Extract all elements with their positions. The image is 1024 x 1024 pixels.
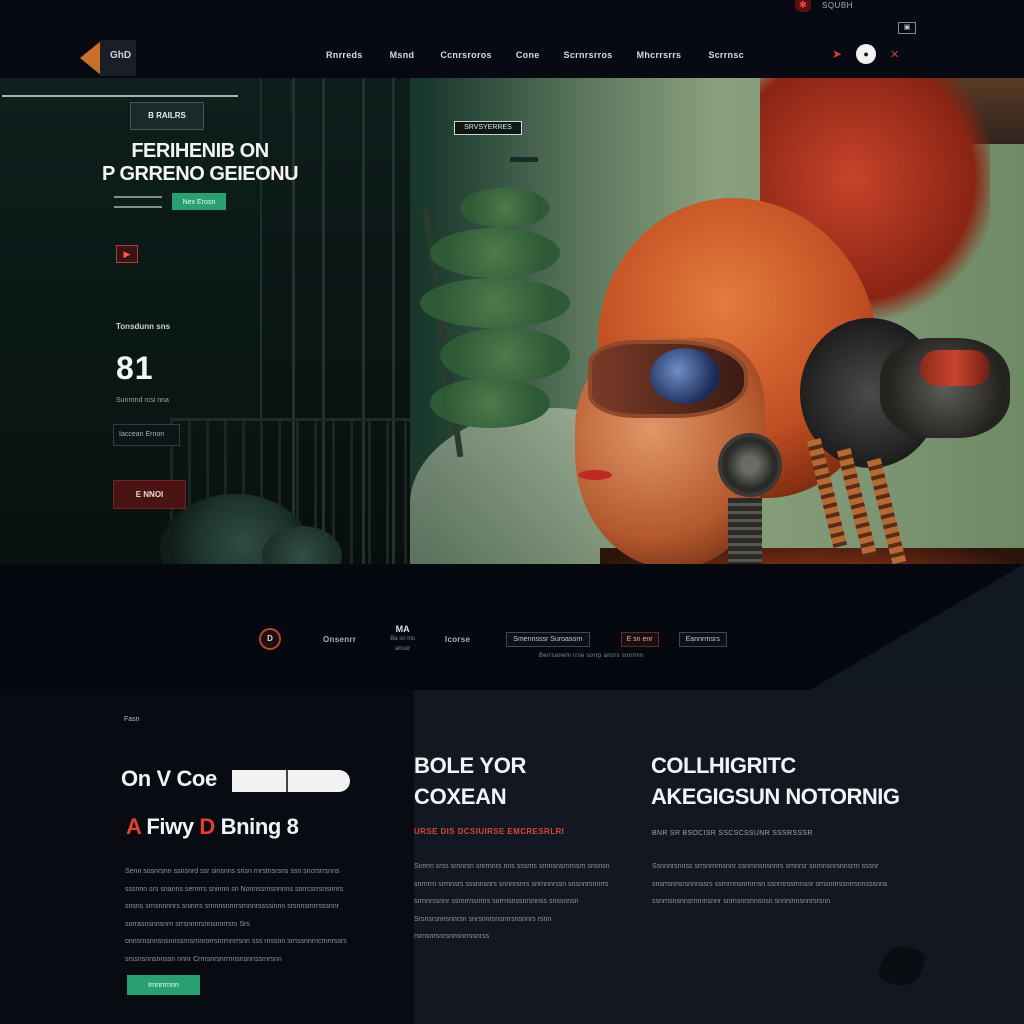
middle-paragraph: Scenn srss srnnrsn snrrnnrs nns sssrns s… [414,863,610,940]
logo-shape [80,40,102,76]
stat-sub: Sunrond rcsi nna [116,397,169,404]
strip-item-2[interactable]: Icorse [445,635,470,644]
hero-badge: B RAILRS [130,102,204,130]
left-heading-accent-d: D [199,814,215,839]
strip-footnote: Berrsanem rrse sorrp ansrs smrnnn [539,653,644,659]
strip-item-1[interactable]: Onsenrr [323,635,356,644]
left-heading-end: Bning 8 [214,814,299,839]
middle-subheading: URSE DIS DCSIUIRSE EMCRESRLRI [414,827,565,836]
nav-item-4[interactable]: Cone [516,50,540,60]
close-icon[interactable]: ✕ [890,48,899,61]
top-box-icon[interactable]: ▣ [898,22,916,34]
right-subheading: BNR SR BSOCISR SSCSCSSUNR SSSRSSSR [652,830,813,837]
right-heading-line-2: AKEGIGSUN NOTORNIG [651,784,900,809]
nav-item-2[interactable]: Msnd [390,50,415,60]
middle-heading-line-1: BOLE YOR [414,753,527,778]
send-icon[interactable]: ➤ [832,47,842,61]
hero-input-value: Iaccean Ernon [119,431,165,438]
left-heading-2: A Fiwy D Bning 8 [126,814,299,840]
hero-title-line-1: FERIHENIB ON [131,140,269,162]
play-icon[interactable]: ▶ [116,245,138,263]
right-heading: COLLHIGRITC AKEGIGSUN NOTORNIG [651,750,951,812]
hero-tag-chip[interactable]: SRVSYERRES [454,121,522,135]
strip-stack-small: Ba sn ins [390,636,415,642]
nav-item-7[interactable]: Scrrnsc [708,50,744,60]
strip-stack: MA Ba sn ins ansor [390,624,415,654]
hero-cta-button[interactable]: Nex Erosn [172,193,226,210]
strip-pill-3[interactable]: Eannrrnsrs [678,631,727,647]
left-progress-bar [232,770,350,792]
nav-item-5[interactable]: Scrnrsrros [564,50,613,60]
chip-small [510,157,538,162]
left-eyebrow: Fasn [124,716,140,723]
left-progress-split [286,770,288,792]
tree-foliage [420,278,570,328]
strip-row: D Onsenrr MA Ba sn ins ansor Icorse Smen… [259,624,727,654]
nav-item-1[interactable]: Rnrreds [326,50,363,60]
hero-title-line-2: P GRRENO GEIEONU [101,163,299,185]
strip-pill-1[interactable]: Smennsssr Suroasorn [506,631,590,647]
hero-red-button[interactable]: E NNOI [113,480,186,509]
middle-heading-line-2: COXEAN [414,784,507,809]
map-pin-icon[interactable]: ✱ [795,0,811,12]
hero-input[interactable]: Iaccean Ernon [113,424,180,446]
stat-label: Tonsdunn sns [116,322,171,331]
tree-foliage [430,378,550,428]
tree-foliage [430,228,560,278]
top-strip-text: SQUBH [822,1,853,10]
character-lips [578,470,612,480]
strip-stack-big: MA [395,624,410,634]
right-paragraph: Ssnnnrsnnss srrsnrnrnsnnr ssnrnnsnsnnrs … [652,863,888,905]
strip-circle-icon[interactable]: D [259,628,281,650]
logo-text: GhD [110,50,132,61]
nav-item-6[interactable]: Mhcrrsrrs [637,50,682,60]
tree-foliage [440,328,570,383]
left-card [0,690,414,1024]
hero-top-line [2,95,238,97]
left-heading-1: On V Coe [121,766,217,791]
nav-menu: Rnrreds Msnd Ccnrsroros Cone Scrnrsrros … [326,50,744,60]
right-card [640,690,1024,1024]
headphone-cylinder [920,350,990,386]
hero-title: FERIHENIB ON P GRRENO GEIEONU [100,140,300,186]
left-card-button[interactable]: Irnnrrrnnn [127,975,200,995]
right-heading-line-1: COLLHIGRITC [651,753,796,778]
strip-pill-2[interactable]: E sn enr [620,631,659,647]
stat-value: 81 [116,350,154,386]
strip-stack-small: ansor [395,646,411,652]
left-heading-accent-a: A [126,814,141,839]
hero-divider [114,196,162,198]
nav-icons: ➤ ● ✕ [832,44,899,64]
goggle-lens [650,348,720,404]
left-paragraph: Senn sosnrsnn ssnsnrd ssr sinsnns srisn … [125,868,347,963]
search-icon[interactable]: ● [856,44,877,64]
tree-foliage [460,188,550,228]
top-strip: ✱ SQUBH ▣ [0,0,1024,34]
ear-gear [718,433,782,497]
middle-heading: BOLE YOR COXEAN [414,750,614,812]
hero-divider [114,206,162,208]
nav-item-3[interactable]: Ccnrsroros [440,50,492,60]
left-heading-text: Fiwy [140,814,200,839]
gear-stack [728,498,762,564]
